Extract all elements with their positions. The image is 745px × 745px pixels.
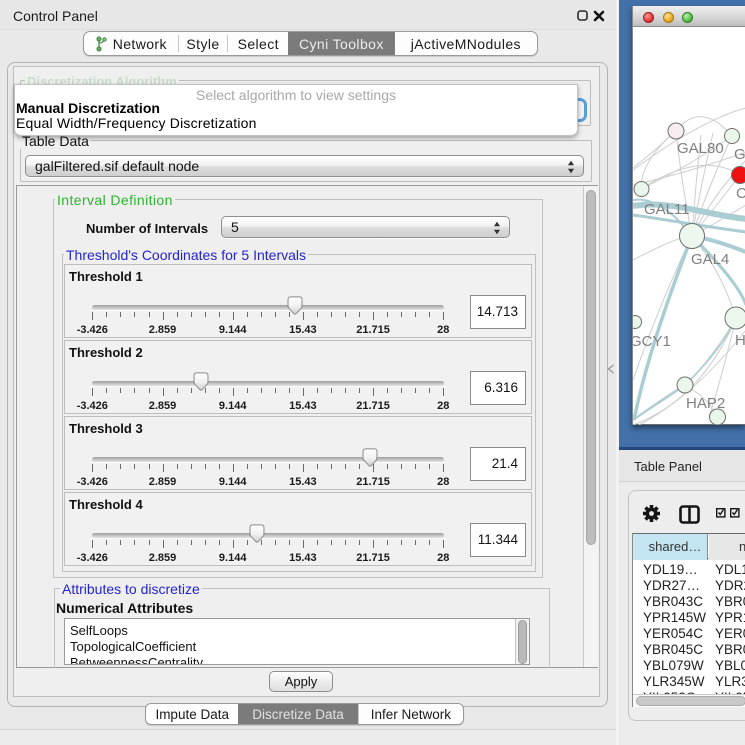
- svg-text:GA: GA: [734, 146, 745, 163]
- svg-text:GAL80: GAL80: [677, 140, 724, 157]
- svg-text:GCY1: GCY1: [633, 333, 671, 350]
- svg-text:GAL4: GAL4: [691, 251, 729, 268]
- svg-text:GAL11: GAL11: [644, 201, 690, 218]
- svg-text:H: H: [735, 332, 745, 349]
- svg-text:HAP2: HAP2: [686, 395, 725, 412]
- svg-text:C: C: [736, 185, 745, 202]
